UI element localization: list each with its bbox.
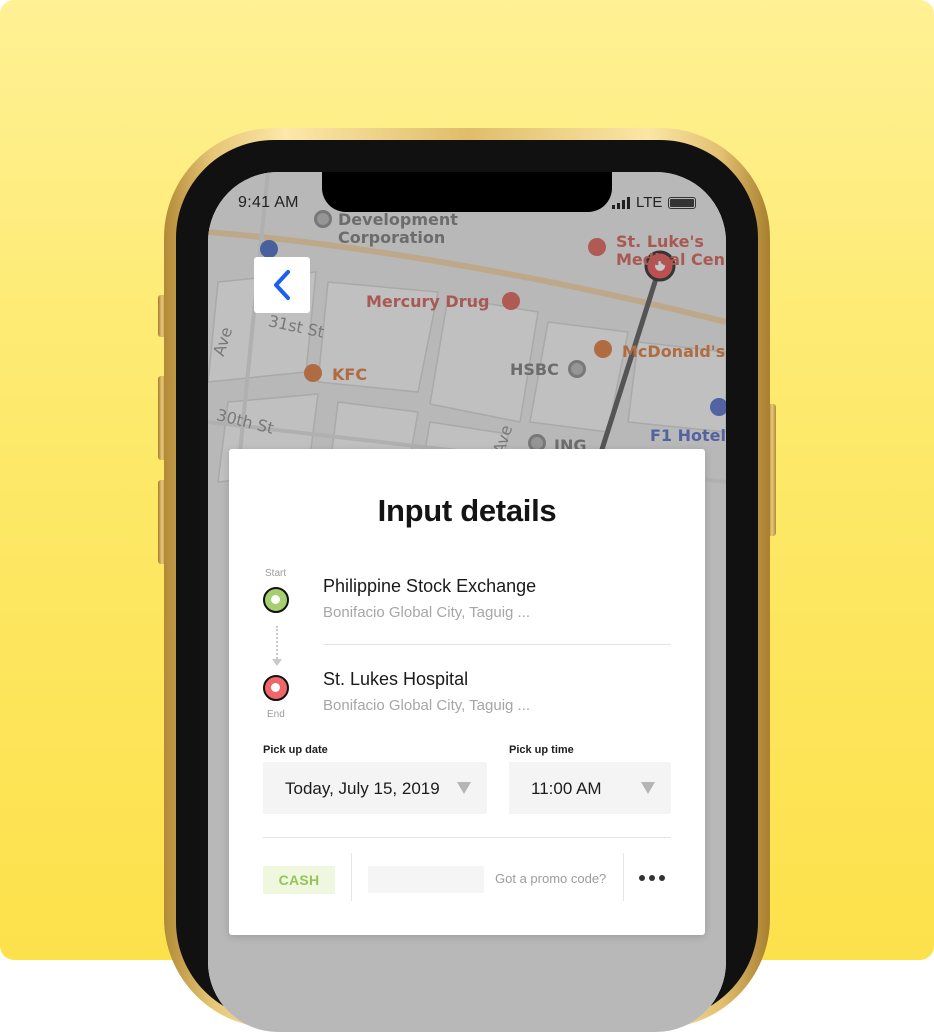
notch [322,172,612,212]
route-connector [276,626,278,662]
more-options-icon[interactable] [639,869,669,887]
arrow-down-icon [272,659,282,666]
pickup-time-label: Pick up time [509,744,574,756]
back-button[interactable] [254,257,310,313]
pickup-time-select[interactable]: 11:00 AM [509,762,671,814]
divider [263,837,671,838]
start-location-address: Bonifacio Global City, Taguig ... [323,604,531,621]
pickup-time-value: 11:00 AM [531,779,602,798]
end-node-icon [263,675,289,701]
pickup-date-value: Today, July 15, 2019 [285,779,440,798]
vertical-divider [351,853,352,901]
caret-down-icon [457,782,471,794]
network-label: LTE [636,194,663,211]
status-indicators: LTE [612,194,697,211]
vertical-divider [623,853,624,901]
signal-icon [612,196,630,209]
chevron-left-icon [274,270,290,300]
divider [323,644,671,645]
input-details-card: Input details Start End Philippine Stock… [229,449,705,935]
promo-code-input[interactable] [368,866,484,893]
end-label: End [267,709,285,720]
promo-code-link[interactable]: Got a promo code? [495,871,606,886]
pickup-date-select[interactable]: Today, July 15, 2019 [263,762,487,814]
start-label: Start [265,568,287,579]
payment-method-button[interactable]: CASH [263,866,335,894]
status-time: 9:41 AM [238,194,299,211]
start-node-icon [263,587,289,613]
pickup-date-label: Pick up date [263,744,328,756]
start-location-name[interactable]: Philippine Stock Exchange [323,576,536,597]
end-location-address: Bonifacio Global City, Taguig ... [323,697,531,714]
end-location-name[interactable]: St. Lukes Hospital [323,669,468,690]
battery-icon [668,196,697,209]
caret-down-icon [641,782,655,794]
card-title: Input details [377,493,557,528]
